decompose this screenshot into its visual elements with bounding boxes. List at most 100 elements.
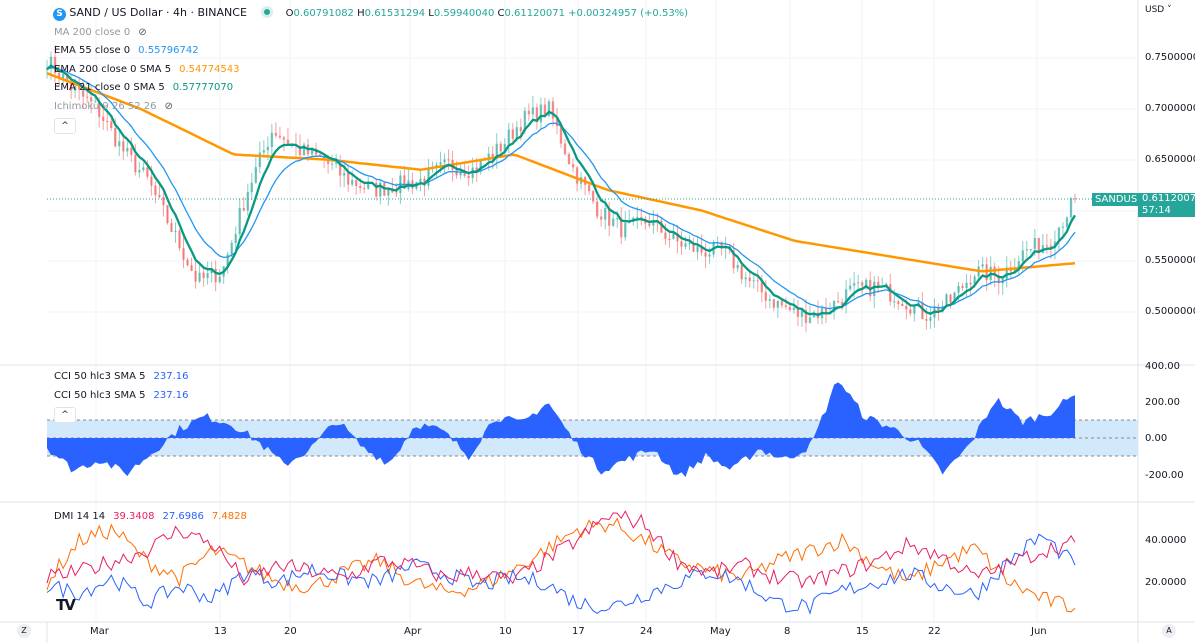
open-value: 0.60791082 bbox=[293, 8, 354, 19]
indicator-label: MA 200 close 0 bbox=[54, 27, 131, 38]
cci-tick: 0.00 bbox=[1145, 433, 1168, 444]
close-label: C bbox=[497, 8, 505, 19]
indicator-value: 0.54774543 bbox=[179, 64, 240, 75]
candle-body bbox=[447, 159, 450, 161]
candle-body bbox=[1029, 248, 1033, 250]
zoom-reset-button[interactable]: Z bbox=[17, 624, 31, 638]
candle-body bbox=[788, 306, 792, 311]
candle-body bbox=[1021, 250, 1024, 262]
price-tick: 0.55000000 bbox=[1145, 255, 1195, 266]
candle-body bbox=[238, 208, 241, 235]
candle-body bbox=[330, 163, 334, 165]
candle-body bbox=[864, 279, 868, 286]
candle-body bbox=[764, 292, 767, 301]
candle-body bbox=[419, 178, 422, 183]
candle-body bbox=[122, 141, 125, 152]
collapse-legend-button[interactable]: ^ bbox=[54, 118, 76, 134]
indicator-label: CCI 50 hlc3 SMA 5 bbox=[54, 371, 146, 382]
dmi-legend[interactable]: DMI 14 14 39.3408 27.6986 7.4828 bbox=[54, 511, 255, 522]
last-price: 0.61120071 bbox=[1142, 193, 1195, 204]
candle-body bbox=[363, 188, 366, 190]
candle-body bbox=[808, 317, 812, 323]
candle-body bbox=[901, 303, 904, 306]
hidden-eye-icon[interactable]: ⊘ bbox=[138, 27, 146, 38]
candle-body bbox=[587, 184, 591, 192]
indicator-ma200[interactable]: MA 200 close 0 ⊘ bbox=[54, 27, 155, 38]
price-tick: 0.70000000 bbox=[1145, 103, 1195, 114]
candle-body bbox=[860, 282, 864, 286]
candle-body bbox=[616, 218, 619, 220]
tradingview-logo: TV bbox=[56, 596, 76, 614]
candle-body bbox=[1061, 226, 1065, 228]
candle-body bbox=[981, 264, 984, 267]
candle-body bbox=[648, 223, 651, 226]
time-label: May bbox=[710, 626, 731, 637]
indicator-ema55[interactable]: EMA 55 close 0 0.55796742 bbox=[54, 45, 207, 56]
candle-body bbox=[873, 281, 876, 297]
time-label: Mar bbox=[90, 626, 109, 637]
candle-body bbox=[106, 120, 109, 122]
candle-body bbox=[118, 141, 121, 147]
candle-body bbox=[250, 182, 253, 193]
candle-body bbox=[595, 201, 599, 217]
candle-body bbox=[206, 273, 209, 278]
candle-body bbox=[278, 135, 282, 138]
time-label: 24 bbox=[640, 626, 653, 637]
candle-body bbox=[499, 143, 502, 152]
candle-body bbox=[202, 272, 205, 278]
candle-body bbox=[949, 294, 952, 303]
candle-body bbox=[784, 305, 788, 307]
candle-body bbox=[848, 285, 852, 290]
candle-body bbox=[603, 208, 607, 220]
candle-body bbox=[575, 167, 579, 184]
candle-body bbox=[929, 317, 932, 321]
candle-body bbox=[756, 280, 759, 282]
candle-body bbox=[776, 300, 780, 308]
candle-body bbox=[852, 283, 856, 286]
candle-body bbox=[350, 180, 354, 185]
indicator-ema21[interactable]: EMA 21 close 0 SMA 5 0.57777070 bbox=[54, 82, 241, 93]
candle-body bbox=[752, 280, 755, 282]
indicator-value: 237.16 bbox=[153, 371, 189, 382]
candle-body bbox=[346, 173, 350, 185]
candle-body bbox=[531, 107, 535, 115]
indicator-ichimoku[interactable]: Ichimoku 9 26 52 26 ⊘ bbox=[54, 101, 181, 112]
candle-body bbox=[130, 147, 133, 155]
candle-body bbox=[688, 242, 691, 244]
chart-canvas[interactable] bbox=[0, 0, 1195, 643]
indicator-value: 237.16 bbox=[153, 390, 189, 401]
cci-legend-2[interactable]: CCI 50 hlc3 SMA 5 237.16 bbox=[54, 390, 197, 401]
candle-body bbox=[262, 150, 266, 153]
indicator-label: CCI 50 hlc3 SMA 5 bbox=[54, 390, 146, 401]
symbol-title[interactable]: SAND / US Dollar · 4h · BINANCE bbox=[69, 6, 247, 19]
price-tick: 0.50000000 bbox=[1145, 306, 1195, 317]
candle-body bbox=[102, 116, 105, 121]
currency-selector[interactable]: USD ˅ bbox=[1145, 5, 1172, 15]
candle-body bbox=[507, 129, 510, 144]
candle-body bbox=[668, 238, 671, 240]
candle-body bbox=[1045, 245, 1049, 247]
candle-body bbox=[174, 230, 177, 232]
candle-body bbox=[748, 277, 751, 282]
time-label: 20 bbox=[284, 626, 297, 637]
adx-value: 7.4828 bbox=[211, 511, 247, 522]
candle-body bbox=[905, 305, 908, 310]
candle-body bbox=[599, 216, 603, 220]
ema200-line bbox=[46, 72, 1076, 273]
candle-body bbox=[680, 241, 683, 247]
indicator-label: EMA 55 close 0 bbox=[54, 45, 131, 56]
indicator-ema200[interactable]: EMA 200 close 0 SMA 5 0.54774543 bbox=[54, 64, 248, 75]
candle-body bbox=[1065, 217, 1069, 227]
hidden-eye-icon[interactable]: ⊘ bbox=[165, 101, 173, 112]
candle-body bbox=[359, 186, 362, 189]
indicator-label: Ichimoku 9 26 52 26 bbox=[54, 101, 157, 112]
candle-body bbox=[696, 246, 699, 252]
indicator-value: 0.57777070 bbox=[172, 82, 234, 93]
collapse-cci-legend-button[interactable]: ^ bbox=[54, 407, 76, 423]
candle-body bbox=[1025, 249, 1029, 251]
candle-body bbox=[186, 259, 189, 266]
cci-tick: 200.00 bbox=[1145, 397, 1180, 408]
cci-legend-1[interactable]: CCI 50 hlc3 SMA 5 237.16 bbox=[54, 371, 197, 382]
candle-body bbox=[467, 175, 470, 178]
auto-scale-button[interactable]: A bbox=[1162, 624, 1176, 638]
